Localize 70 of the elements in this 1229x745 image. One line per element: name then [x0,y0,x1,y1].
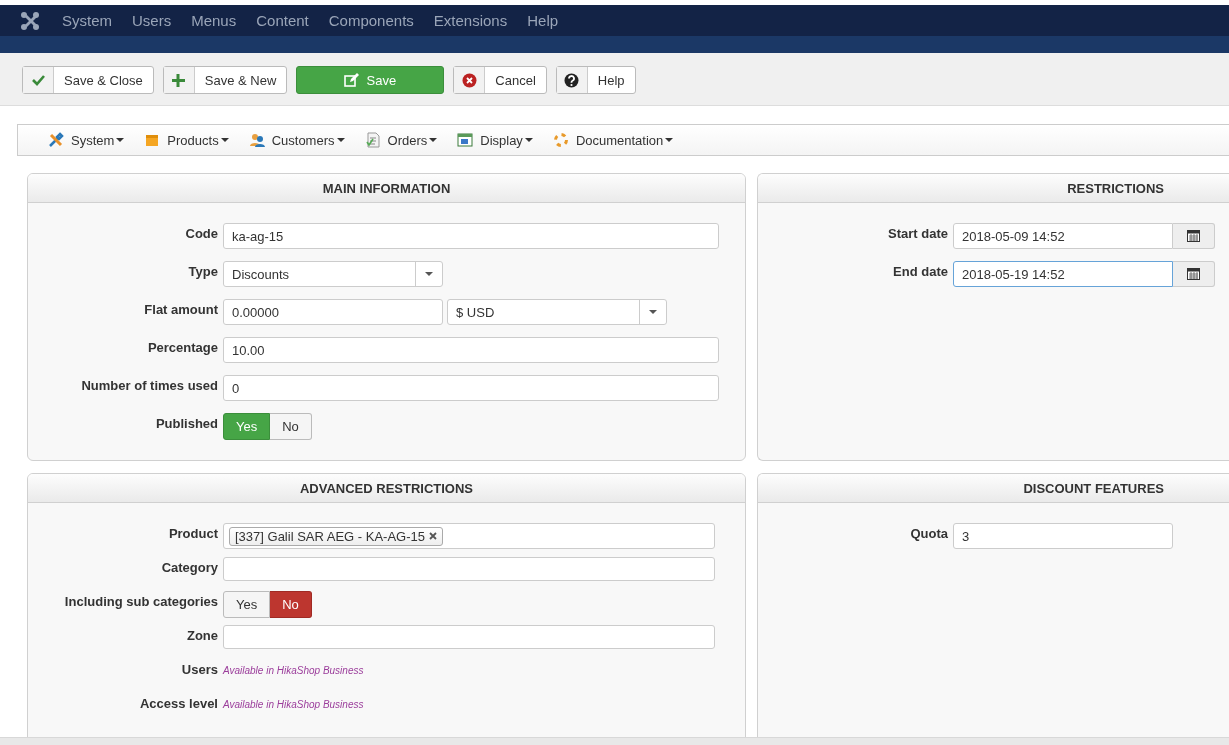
toggle-option[interactable]: No [270,591,312,618]
field-label: Quota [909,525,949,541]
toolbar-button[interactable]: Save & New [162,66,288,94]
tools-icon [48,132,64,148]
menu-item[interactable]: Components [318,12,424,29]
field-label: Access level [138,695,219,711]
text-field[interactable]: 0.00000 [223,299,443,325]
date-field[interactable]: 2018-05-09 14:52 [953,223,1173,249]
field-label: Published [154,415,219,431]
toggle-option[interactable]: No [270,413,312,440]
menu-item[interactable]: Menus [181,12,247,29]
panel-title: RESTRICTIONS [758,174,1229,203]
field-label: Including sub categories [63,593,219,609]
help-icon [564,72,580,88]
nav-menu-item[interactable]: Products [144,132,229,148]
text-field[interactable]: ka-ag-15 [223,223,719,249]
calendar-icon [1187,268,1200,280]
nav-menu-item[interactable]: Customers [248,132,345,148]
menu-item[interactable]: Users [122,12,182,29]
field-label: Flat amount [143,301,219,317]
field-label: Start date [887,225,949,241]
text-field[interactable]: 3 [953,523,1173,549]
toolbar-button[interactable]: Save & Close [22,66,154,94]
lifebuoy-icon [552,132,569,148]
panel-title: ADVANCED RESTRICTIONS [28,474,745,503]
cancel-icon [461,72,477,88]
people-icon [248,132,265,148]
calendar-icon [1187,230,1200,242]
menu-item[interactable]: System [52,12,122,29]
field-label: Percentage [146,339,219,355]
remove-icon[interactable] [429,532,438,540]
field-label: End date [892,263,949,279]
menu-item[interactable]: Extensions [423,12,518,29]
calendar-button[interactable] [1173,223,1215,249]
toggle-option[interactable]: Yes [223,591,271,618]
document-icon [364,132,381,148]
field-label: Product [167,525,219,541]
plus-icon [171,72,187,88]
field-label: Users [180,661,219,677]
calendar-button[interactable] [1173,261,1215,287]
panel-title: MAIN INFORMATION [28,174,745,203]
toolbar-button[interactable]: Help [555,66,636,94]
joomla-logo-icon[interactable] [20,10,40,31]
display-icon [457,132,474,148]
edit-icon [344,72,360,88]
date-field[interactable]: 2018-05-19 14:52 [953,261,1173,287]
text-field[interactable] [223,557,715,581]
field-label: Code [184,225,219,241]
tag-field[interactable]: [337] Galil SAR AEG - KA-AG-15 [223,523,715,549]
toolbar-button[interactable]: Cancel [453,66,547,94]
text-field[interactable]: 10.00 [223,337,719,363]
text-field[interactable] [223,625,715,649]
panel-title: DISCOUNT FEATURES [758,474,1229,503]
availability-note: Available in HikaShop Business [223,698,364,710]
tag-chip: [337] Galil SAR AEG - KA-AG-15 [229,526,444,546]
field-label: Category [160,559,219,575]
select-field[interactable]: Discounts [223,261,443,287]
nav-menu-item[interactable]: Display [457,132,533,148]
field-label: Type [187,263,219,279]
nav-menu-item[interactable]: System [48,132,125,148]
text-field[interactable]: 0 [223,375,719,401]
nav-menu-item[interactable]: Orders [364,132,438,148]
nav-menu-item[interactable]: Documentation [552,132,674,148]
field-label: Number of times used [80,377,219,393]
select-field[interactable]: $ USD [447,299,667,325]
menu-item[interactable]: Help [517,12,569,29]
box-icon [144,132,161,148]
field-label: Zone [185,627,219,643]
menu-item[interactable]: Content [246,12,319,29]
availability-note: Available in HikaShop Business [223,664,364,676]
